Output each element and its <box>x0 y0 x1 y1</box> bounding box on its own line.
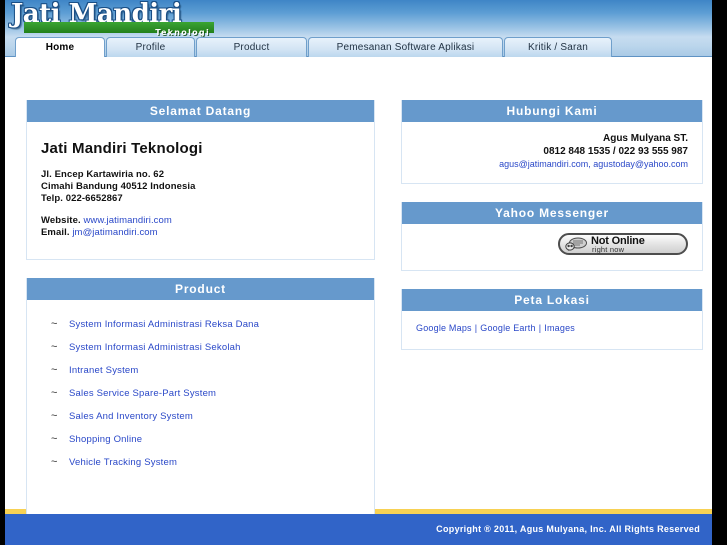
google-earth-link[interactable]: Google Earth <box>480 323 535 333</box>
logo-tagline: Teknologi <box>155 28 210 37</box>
product-list: ~ System Informasi Administrasi Reksa Da… <box>27 318 360 468</box>
website-row: Website. www.jatimandiri.com <box>41 215 360 227</box>
contact-email-1[interactable]: agus@jatimandiri.com <box>499 159 588 169</box>
right-column: Hubungi Kami Agus Mulyana ST. 0812 848 1… <box>401 100 703 368</box>
tab-pemesanan-software-aplikasi[interactable]: Pemesanan Software Aplikasi <box>308 37 503 57</box>
address-line-2: Cimahi Bandung 40512 Indonesia <box>41 181 196 192</box>
list-item[interactable]: ~ Shopping Online <box>27 433 360 445</box>
panel-title-hubungi-kami: Hubungi Kami <box>402 100 702 122</box>
left-column: Selamat Datang Jati Mandiri Teknologi Jl… <box>26 100 375 545</box>
tab-kritik-saran[interactable]: Kritik / Saran <box>504 37 612 57</box>
copyright-text: Copyright ® 2011, Agus Mulyana, Inc. All… <box>436 524 700 534</box>
product-link-2[interactable]: Intranet System <box>69 365 139 376</box>
product-link-5[interactable]: Shopping Online <box>69 434 142 445</box>
panel-body-yahoo-messenger: Not Online right now <box>402 224 702 270</box>
website-label: Website. <box>41 215 81 226</box>
panel-yahoo-messenger: Yahoo Messenger Not Online right now <box>401 202 703 271</box>
panel-title-product: Product <box>27 278 374 300</box>
tilde-bullet-icon: ~ <box>51 387 58 399</box>
panel-title-selamat-datang: Selamat Datang <box>27 100 374 122</box>
list-item[interactable]: ~ System Informasi Administrasi Sekolah <box>27 341 360 353</box>
content-area: Selamat Datang Jati Mandiri Teknologi Jl… <box>5 57 712 530</box>
list-item[interactable]: ~ System Informasi Administrasi Reksa Da… <box>27 318 360 330</box>
tab-home[interactable]: Home <box>15 37 105 58</box>
link-separator: | <box>538 323 542 333</box>
list-item[interactable]: ~ Sales And Inventory System <box>27 410 360 422</box>
panel-body-selamat-datang: Jati Mandiri Teknologi Jl. Encep Kartawi… <box>27 122 374 259</box>
site-footer: Copyright ® 2011, Agus Mulyana, Inc. All… <box>5 514 712 545</box>
product-link-3[interactable]: Sales Service Spare-Part System <box>69 388 216 399</box>
panel-product: Product ~ System Informasi Administrasi … <box>26 278 375 530</box>
panel-title-peta-lokasi: Peta Lokasi <box>402 289 702 311</box>
list-item[interactable]: ~ Vehicle Tracking System <box>27 456 360 468</box>
product-link-0[interactable]: System Informasi Administrasi Reksa Dana <box>69 319 259 330</box>
product-link-1[interactable]: System Informasi Administrasi Sekolah <box>69 342 241 353</box>
panel-hubungi-kami: Hubungi Kami Agus Mulyana ST. 0812 848 1… <box>401 100 703 184</box>
yahoo-messenger-icon <box>565 237 587 252</box>
map-links: Google Maps | Google Earth | Images <box>416 323 688 333</box>
email-label: Email. <box>41 227 70 238</box>
google-maps-link[interactable]: Google Maps <box>416 323 472 333</box>
panel-peta-lokasi: Peta Lokasi Google Maps | Google Earth | Ima… <box>401 289 703 350</box>
contact-emails: agus@jatimandiri.com, agustoday@yahoo.co… <box>416 158 688 171</box>
page-root: Jati Mandiri Teknologi Home Profile Prod… <box>5 0 712 545</box>
list-item[interactable]: ~ Intranet System <box>27 364 360 376</box>
tilde-bullet-icon: ~ <box>51 410 58 422</box>
site-header: Jati Mandiri Teknologi <box>5 0 712 37</box>
tilde-bullet-icon: ~ <box>51 318 58 330</box>
contact-phone-numbers: 0812 848 1535 / 022 93 555 987 <box>543 146 688 157</box>
main-navigation: Home Profile Product Pemesanan Software … <box>5 37 712 58</box>
tilde-bullet-icon: ~ <box>51 341 58 353</box>
product-link-6[interactable]: Vehicle Tracking System <box>69 457 177 468</box>
email-row: Email. jm@jatimandiri.com <box>41 227 360 239</box>
logo-tagline-bar: Teknologi <box>24 22 214 37</box>
tab-profile[interactable]: Profile <box>106 37 195 57</box>
product-link-4[interactable]: Sales And Inventory System <box>69 411 193 422</box>
address-line-1: Jl. Encep Kartawiria no. 62 <box>41 169 165 180</box>
yahoo-status-subtext: right now <box>592 245 625 254</box>
tilde-bullet-icon: ~ <box>51 433 58 445</box>
contact-email-2[interactable]: agustoday@yahoo.com <box>593 159 688 169</box>
panel-title-yahoo-messenger: Yahoo Messenger <box>402 202 702 224</box>
tilde-bullet-icon: ~ <box>51 364 58 376</box>
panel-selamat-datang: Selamat Datang Jati Mandiri Teknologi Jl… <box>26 100 375 260</box>
website-link[interactable]: www.jatimandiri.com <box>83 215 171 226</box>
images-link[interactable]: Images <box>544 323 575 333</box>
contact-person-name: Agus Mulyana ST. <box>602 133 688 144</box>
phone-line: Telp. 022-6652867 <box>41 193 123 204</box>
company-name: Jati Mandiri Teknologi <box>41 140 203 157</box>
panel-body-peta-lokasi: Google Maps | Google Earth | Images <box>402 311 702 349</box>
yahoo-status-badge[interactable]: Not Online right now <box>558 233 688 255</box>
tab-product[interactable]: Product <box>196 37 307 57</box>
link-separator: | <box>474 323 478 333</box>
site-logo[interactable]: Jati Mandiri Teknologi <box>9 0 214 37</box>
panel-body-hubungi-kami: Agus Mulyana ST. 0812 848 1535 / 022 93 … <box>402 122 702 183</box>
panel-body-product: ~ System Informasi Administrasi Reksa Da… <box>27 300 374 529</box>
tilde-bullet-icon: ~ <box>51 456 58 468</box>
email-link[interactable]: jm@jatimandiri.com <box>72 227 157 238</box>
list-item[interactable]: ~ Sales Service Spare-Part System <box>27 387 360 399</box>
